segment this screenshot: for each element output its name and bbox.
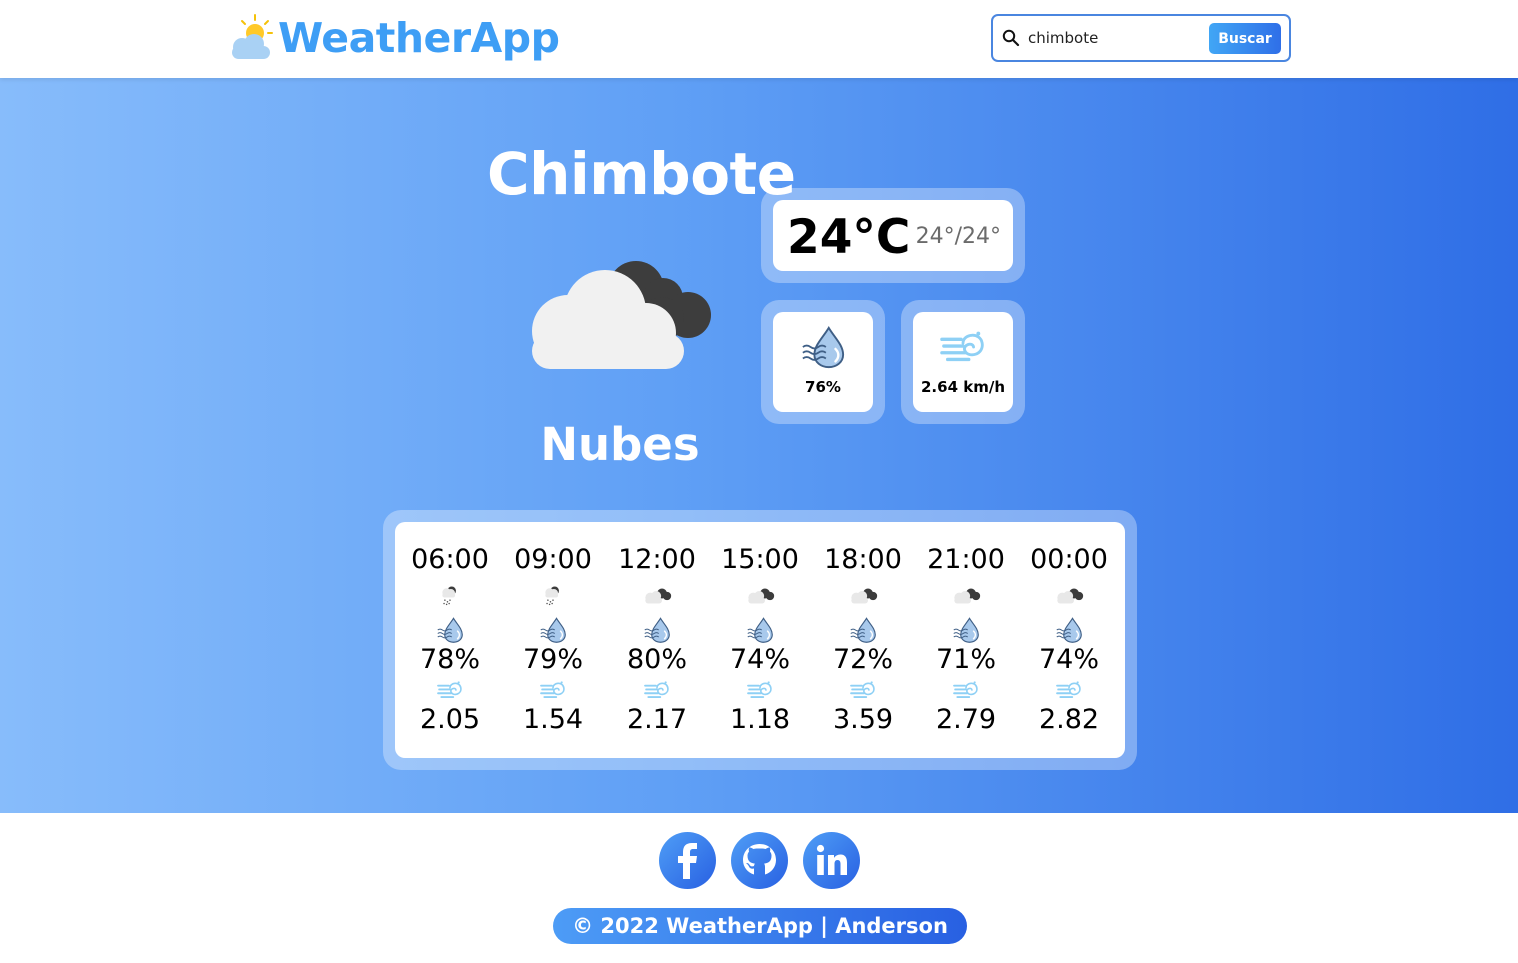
- wind-icon: [952, 677, 980, 703]
- city-name: Chimbote: [487, 140, 796, 208]
- search-button[interactable]: Buscar: [1209, 23, 1281, 54]
- facebook-icon: [678, 843, 697, 879]
- forecast-time: 21:00: [927, 544, 1005, 575]
- wind-icon: [436, 677, 464, 703]
- humidity-icon: [1055, 616, 1083, 644]
- humidity-icon: [643, 616, 671, 644]
- sun-cloud-icon: [228, 13, 276, 63]
- forecast-wind: 2.05: [419, 704, 481, 735]
- forecast-item: 09:00 79% 1.54: [503, 522, 603, 758]
- forecast-time: 06:00: [411, 544, 489, 575]
- forecast-time: 09:00: [514, 544, 592, 575]
- clouds-icon: [640, 586, 674, 606]
- forecast-card: 06:00 78% 2.05 09:00 79% 1.54 12:00 80%: [383, 510, 1137, 770]
- logo[interactable]: WeatherApp: [228, 10, 560, 66]
- facebook-link[interactable]: [659, 832, 716, 889]
- light-rain-icon: [433, 584, 467, 606]
- forecast-humidity: 80%: [626, 644, 687, 675]
- forecast-wind: 2.79: [935, 704, 997, 735]
- forecast-time: 15:00: [721, 544, 799, 575]
- humidity-icon: [539, 616, 567, 644]
- logo-text: WeatherApp: [278, 14, 560, 62]
- clouds-icon: [532, 261, 711, 369]
- search-box: Buscar: [991, 14, 1291, 62]
- wind-icon: [643, 677, 671, 703]
- forecast-item: 00:00 74% 2.82: [1019, 522, 1119, 758]
- forecast-wind: 3.59: [832, 704, 894, 735]
- copyright: © 2022 WeatherApp | Anderson Ferrer: [553, 908, 967, 963]
- humidity-icon: [746, 616, 774, 644]
- forecast-wind: 1.18: [729, 704, 791, 735]
- forecast-time: 18:00: [824, 544, 902, 575]
- clouds-icon: [846, 586, 880, 606]
- forecast-item: 21:00 71% 2.79: [916, 522, 1016, 758]
- wind-icon: [539, 677, 567, 703]
- humidity-icon: [849, 616, 877, 644]
- humidity-icon: [952, 616, 980, 644]
- humidity-icon: [436, 616, 464, 644]
- linkedin-icon: [816, 844, 847, 875]
- forecast-time: 12:00: [618, 544, 696, 575]
- forecast-humidity: 78%: [419, 644, 480, 675]
- forecast-item: 06:00 78% 2.05: [400, 522, 500, 758]
- header: WeatherApp Buscar: [0, 0, 1518, 78]
- wind-icon: [940, 324, 986, 370]
- forecast-wind: 2.82: [1038, 704, 1100, 735]
- wind-icon: [1055, 677, 1083, 703]
- footer: © 2022 WeatherApp | Anderson Ferrer: [0, 813, 1518, 963]
- humidity-card: 76%: [761, 300, 885, 424]
- clouds-icon: [743, 586, 777, 606]
- forecast-humidity: 74%: [1038, 644, 1099, 675]
- wind-icon: [849, 677, 877, 703]
- forecast-item: 12:00 80% 2.17: [607, 522, 707, 758]
- github-icon: [743, 844, 776, 875]
- github-link[interactable]: [731, 832, 788, 889]
- clouds-icon: [949, 586, 983, 606]
- linkedin-link[interactable]: [803, 832, 860, 889]
- forecast-humidity: 71%: [935, 644, 996, 675]
- forecast-time: 00:00: [1030, 544, 1108, 575]
- wind-value: 2.64 km/h: [921, 378, 1005, 396]
- forecast-humidity: 79%: [522, 644, 583, 675]
- search-input[interactable]: [1028, 29, 1198, 47]
- wind-card: 2.64 km/h: [901, 300, 1025, 424]
- temperature-card: 24°C 24°/24°: [761, 188, 1025, 283]
- forecast-humidity: 72%: [832, 644, 893, 675]
- forecast-humidity: 74%: [729, 644, 790, 675]
- wind-icon: [746, 677, 774, 703]
- light-rain-icon: [536, 584, 570, 606]
- current-temperature: 24°C: [787, 210, 911, 265]
- clouds-icon: [1052, 586, 1086, 606]
- temperature-range: 24°/24°: [915, 224, 1001, 249]
- forecast-wind: 1.54: [522, 704, 584, 735]
- forecast-item: 18:00 72% 3.59: [813, 522, 913, 758]
- forecast-list: 06:00 78% 2.05 09:00 79% 1.54 12:00 80%: [395, 522, 1125, 758]
- forecast-wind: 2.17: [626, 704, 688, 735]
- weather-panel: Chimbote Nubes 24°C 24°/24° 76% 2.64 km/…: [0, 78, 1518, 813]
- forecast-item: 15:00 74% 1.18: [710, 522, 810, 758]
- humidity-value: 76%: [805, 378, 841, 396]
- search-icon: [1002, 29, 1020, 47]
- humidity-icon: [800, 324, 846, 370]
- weather-description: Nubes: [540, 418, 700, 471]
